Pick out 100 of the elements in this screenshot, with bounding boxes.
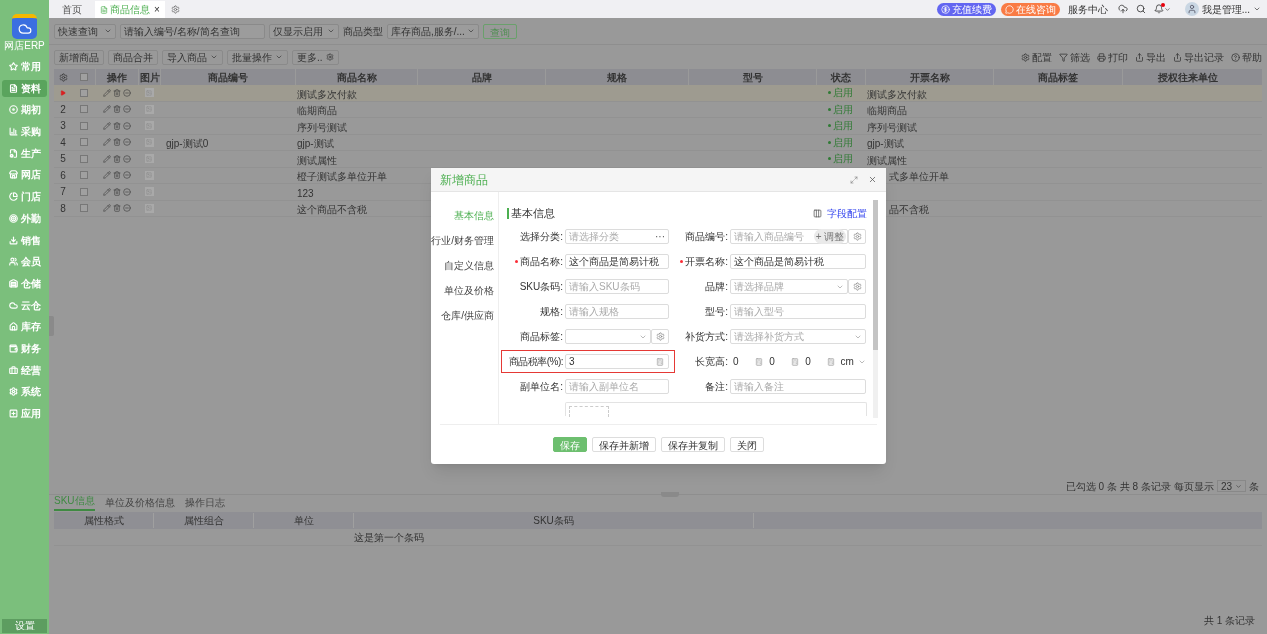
disable-icon[interactable] bbox=[122, 88, 131, 97]
page-tab[interactable]: 首页 bbox=[57, 1, 87, 18]
delete-icon[interactable] bbox=[112, 171, 121, 180]
page-size-select[interactable]: 23 bbox=[1216, 480, 1246, 492]
disable-icon[interactable] bbox=[122, 154, 131, 163]
delete-icon[interactable] bbox=[112, 105, 121, 114]
scrollbar[interactable] bbox=[873, 200, 878, 418]
settings-button[interactable] bbox=[651, 329, 669, 344]
detail-tab[interactable]: 单位及价格信息 bbox=[104, 495, 175, 511]
toolbar-action[interactable]: 导出记录 bbox=[1173, 49, 1224, 65]
toolbar-action[interactable]: 导出 bbox=[1135, 49, 1166, 65]
maximize-icon[interactable] bbox=[850, 175, 858, 184]
disable-icon[interactable] bbox=[122, 121, 131, 130]
table-row[interactable]: 3 序列号测试 启用 序列号测试 bbox=[54, 118, 1262, 135]
edit-icon[interactable] bbox=[102, 88, 111, 97]
field-config-link[interactable]: 字段配置 bbox=[827, 206, 867, 221]
row-checkbox[interactable] bbox=[79, 154, 88, 163]
input-field[interactable]: 请输入副单位名 bbox=[565, 379, 669, 394]
toolbar-button[interactable]: 更多.. bbox=[292, 49, 339, 65]
delete-icon[interactable] bbox=[112, 88, 121, 97]
disable-icon[interactable] bbox=[122, 171, 131, 180]
input-field[interactable]: 请输入SKU条码 bbox=[565, 279, 669, 294]
row-checkbox[interactable] bbox=[79, 121, 88, 130]
table-row[interactable]: 2 临期商品 启用 临期商品 bbox=[54, 101, 1262, 118]
number-field[interactable]: 3 bbox=[565, 354, 669, 369]
row-checkbox[interactable] bbox=[79, 88, 88, 97]
edit-icon[interactable] bbox=[102, 138, 111, 147]
dialog-button[interactable]: 保存并新增 bbox=[592, 437, 656, 452]
detail-tab[interactable]: 操作日志 bbox=[184, 495, 225, 511]
image-upload-area[interactable] bbox=[565, 402, 867, 416]
select-field[interactable] bbox=[565, 329, 651, 344]
page-tab[interactable]: 商品信息 × bbox=[95, 1, 165, 18]
quick-query-select[interactable]: 快速查询 bbox=[54, 23, 116, 39]
dialog-button[interactable]: 关闭 bbox=[730, 437, 764, 452]
settings-button[interactable]: 设置 bbox=[2, 619, 47, 633]
notification-icon[interactable] bbox=[1153, 4, 1171, 14]
edit-icon[interactable] bbox=[102, 204, 111, 213]
toolbar-action[interactable]: 打印 bbox=[1097, 49, 1128, 65]
settings-icon[interactable] bbox=[58, 72, 68, 82]
toolbar-button[interactable]: 批量操作 bbox=[227, 49, 288, 65]
table-row[interactable]: 测试多次付款 启用 测试多次付款 bbox=[54, 85, 1262, 102]
table-row[interactable]: 4 gjp-测试0 gjp-测试 启用 gjp-测试 bbox=[54, 134, 1262, 151]
user-name[interactable]: 我是管理... bbox=[1201, 1, 1250, 17]
select-field[interactable]: 请选择品牌 bbox=[730, 279, 849, 294]
select-all-checkbox[interactable] bbox=[79, 73, 88, 81]
delete-icon[interactable] bbox=[112, 204, 121, 213]
edit-icon[interactable] bbox=[102, 105, 111, 114]
settings-button[interactable] bbox=[848, 229, 867, 244]
dialog-nav-item[interactable]: 基本信息 bbox=[454, 208, 494, 223]
toolbar-button[interactable]: 导入商品 bbox=[162, 49, 223, 65]
dimension-field[interactable]: 0 bbox=[766, 354, 800, 369]
toolbar-action[interactable]: 帮助 bbox=[1231, 49, 1262, 65]
settings-icon[interactable] bbox=[170, 4, 180, 14]
search-icon[interactable] bbox=[1135, 4, 1146, 14]
dialog-button[interactable]: 保存并复制 bbox=[661, 437, 725, 452]
dialog-nav-item[interactable]: 单位及价格 bbox=[444, 283, 494, 298]
type-select[interactable]: 库存商品,服务/... bbox=[387, 23, 479, 39]
input-field[interactable]: 请输入规格 bbox=[565, 304, 669, 319]
dialog-nav-item[interactable]: 仓库/供应商 bbox=[441, 308, 494, 323]
edit-icon[interactable] bbox=[102, 187, 111, 196]
category-field[interactable]: 请选择分类 ··· bbox=[565, 229, 669, 244]
toolbar-button[interactable]: 商品合并 bbox=[108, 49, 158, 65]
edit-icon[interactable] bbox=[102, 154, 111, 163]
consult-button[interactable]: 在线咨询 bbox=[1000, 2, 1060, 16]
input-field[interactable]: 请输入型号 bbox=[730, 304, 867, 319]
table-row[interactable]: 5 测试属性 启用 测试属性 bbox=[54, 151, 1262, 168]
delete-icon[interactable] bbox=[112, 138, 121, 147]
row-checkbox[interactable] bbox=[79, 171, 88, 180]
search-field[interactable]: 请输入编号/名称/简名查询 bbox=[120, 23, 265, 39]
code-field[interactable]: 请输入商品编号 + 调整 bbox=[730, 229, 849, 244]
cloud-icon[interactable] bbox=[1117, 4, 1128, 14]
disable-icon[interactable] bbox=[122, 105, 131, 114]
dimension-field[interactable]: 0 bbox=[802, 354, 836, 369]
toolbar-action[interactable]: 筛选 bbox=[1059, 49, 1090, 65]
recharge-button[interactable]: 充值续费 bbox=[936, 2, 996, 16]
input-field[interactable]: 请输入备注 bbox=[730, 379, 867, 394]
delete-icon[interactable] bbox=[112, 187, 121, 196]
edit-icon[interactable] bbox=[102, 171, 111, 180]
disable-icon[interactable] bbox=[122, 204, 131, 213]
close-tab-button[interactable]: × bbox=[154, 2, 160, 17]
sidebar-item[interactable]: 资料 bbox=[2, 79, 47, 97]
dimension-field[interactable]: 0 bbox=[730, 354, 764, 369]
edit-icon[interactable] bbox=[102, 121, 111, 130]
row-checkbox[interactable] bbox=[79, 105, 88, 114]
disable-icon[interactable] bbox=[122, 187, 131, 196]
dialog-nav-item[interactable]: 自定义信息 bbox=[444, 258, 494, 273]
input-field[interactable]: 这个商品是简易计税 bbox=[730, 254, 867, 269]
enabled-filter-select[interactable]: 仅显示启用 bbox=[269, 23, 339, 39]
disable-icon[interactable] bbox=[122, 138, 131, 147]
delete-icon[interactable] bbox=[112, 154, 121, 163]
row-checkbox[interactable] bbox=[79, 204, 88, 213]
input-field[interactable]: 这个商品是简易计税 bbox=[565, 254, 669, 269]
row-checkbox[interactable] bbox=[79, 187, 88, 196]
caret-icon[interactable] bbox=[1253, 5, 1261, 13]
toolbar-button[interactable]: 新增商品 bbox=[54, 49, 104, 65]
settings-button[interactable] bbox=[848, 279, 867, 294]
toolbar-action[interactable]: 配置 bbox=[1021, 49, 1052, 65]
service-center-link[interactable]: 服务中心 bbox=[1067, 1, 1108, 17]
dialog-nav-item[interactable]: 行业/财务管理 bbox=[431, 233, 494, 248]
select-field[interactable]: 请选择补货方式 bbox=[730, 329, 867, 344]
